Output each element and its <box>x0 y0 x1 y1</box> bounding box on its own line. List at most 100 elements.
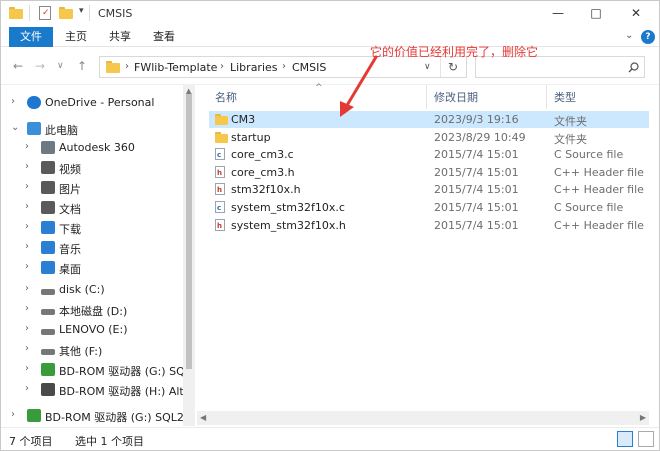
column-separator[interactable] <box>426 85 427 109</box>
chevron-right-icon[interactable]: › <box>25 241 29 252</box>
selection-count: 选中 1 个项目 <box>75 435 144 448</box>
expand-ribbon-icon[interactable]: ⌄ <box>625 30 633 41</box>
nav-item-label: 本地磁盘 (D:) <box>59 305 128 318</box>
forward-button[interactable]: → <box>35 59 45 73</box>
header-file-icon: h <box>215 165 225 178</box>
chevron-right-icon[interactable]: › <box>25 181 29 192</box>
chevron-right-icon[interactable]: › <box>25 383 29 394</box>
chevron-right-icon[interactable]: › <box>25 261 29 272</box>
breadcrumb-item[interactable]: Libraries <box>230 61 278 74</box>
file-row[interactable]: h core_cm3.h 2015/7/4 15:01 C++ Header file <box>209 164 649 181</box>
nav-item-label: 视频 <box>59 163 81 176</box>
file-row[interactable]: c core_cm3.c 2015/7/4 15:01 C Source file <box>209 146 649 163</box>
nav-scrollbar-thumb[interactable] <box>186 93 192 369</box>
column-header-date[interactable]: 修改日期 <box>434 89 478 105</box>
chevron-right-icon[interactable]: › <box>25 343 29 354</box>
scroll-left-icon[interactable]: ◀ <box>200 413 206 422</box>
bd-rom-icon <box>27 409 41 422</box>
column-separator[interactable] <box>546 85 547 109</box>
chevron-right-icon[interactable]: › <box>25 363 29 374</box>
tab-share[interactable]: 共享 <box>103 27 137 47</box>
header-file-icon: h <box>215 183 225 196</box>
column-header-type[interactable]: 类型 <box>554 89 576 105</box>
nav-item[interactable]: › 下载 <box>1 218 183 238</box>
tab-file[interactable]: 文件 <box>9 27 53 47</box>
chevron-right-icon[interactable]: › <box>11 96 15 107</box>
desktop-icon <box>41 261 55 274</box>
documents-folder-icon <box>41 201 55 214</box>
chevron-down-icon[interactable]: ⌄ <box>11 122 19 133</box>
nav-item-label: 其他 (F:) <box>59 345 103 358</box>
file-list: ^ 名称 修改日期 类型 CM3 2023/9/3 19:16 文件夹 startup… <box>197 83 659 426</box>
column-header-name[interactable]: 名称 <box>215 89 237 105</box>
folder-icon <box>215 131 228 143</box>
chevron-right-icon[interactable]: › <box>25 221 29 232</box>
close-button[interactable]: ✕ <box>621 5 651 21</box>
chevron-right-icon[interactable]: › <box>25 201 29 212</box>
nav-item[interactable]: › LENOVO (E:) <box>1 320 183 340</box>
minimize-button[interactable]: — <box>543 5 573 21</box>
horizontal-scrollbar[interactable]: ◀ ▶ <box>197 411 649 425</box>
file-date: 2023/8/29 10:49 <box>434 130 526 144</box>
tab-view[interactable]: 查看 <box>147 27 181 47</box>
properties-icon[interactable]: ✓ <box>39 6 51 20</box>
file-name: system_stm32f10x.c <box>231 201 345 214</box>
chevron-right-icon[interactable]: › <box>25 283 29 294</box>
c-source-file-icon: c <box>215 148 225 161</box>
nav-item[interactable]: › 图片 <box>1 178 183 198</box>
help-icon[interactable]: ? <box>641 30 655 44</box>
chevron-right-icon[interactable]: › <box>25 161 29 172</box>
nav-item[interactable]: › Autodesk 360 <box>1 138 183 158</box>
maximize-button[interactable]: □ <box>581 5 611 21</box>
file-type: C Source file <box>554 148 624 162</box>
refresh-button[interactable]: ↻ <box>448 60 458 74</box>
breadcrumb-item[interactable]: FWlib-Template <box>134 61 217 74</box>
file-date: 2015/7/4 15:01 <box>434 218 519 232</box>
nav-item[interactable]: › OneDrive - Personal <box>1 93 183 113</box>
chevron-right-icon[interactable]: › <box>25 141 29 152</box>
file-row[interactable]: h system_stm32f10x.h 2015/7/4 15:01 C++ Hea… <box>209 217 649 234</box>
scroll-right-icon[interactable]: ▶ <box>640 413 646 422</box>
address-dropdown-icon[interactable]: ∨ <box>424 62 431 72</box>
file-name: core_cm3.c <box>231 148 294 162</box>
tab-home[interactable]: 主页 <box>59 27 93 47</box>
file-row[interactable]: c system_stm32f10x.c 2015/7/4 15:01 C Sourc… <box>209 199 649 216</box>
back-button[interactable]: ← <box>13 59 23 73</box>
nav-item[interactable]: › disk (C:) <box>1 280 183 300</box>
file-row[interactable]: startup 2023/8/29 10:49 文件夹 <box>209 129 649 146</box>
nav-item[interactable]: › 桌面 <box>1 258 183 278</box>
scroll-up-icon[interactable]: ▲ <box>186 87 191 95</box>
large-icons-view-icon[interactable] <box>638 431 654 447</box>
address-row: ← → ∨ ↑ › FWlib-Template › Libraries › C… <box>1 47 659 85</box>
folder-icon <box>215 114 228 125</box>
chevron-right-icon[interactable]: › <box>25 323 29 334</box>
nav-item[interactable]: › BD-ROM 驱动器 (G:) SQL20 <box>1 360 183 380</box>
nav-item[interactable]: › 本地磁盘 (D:) <box>1 300 183 320</box>
nav-item[interactable]: › 其他 (F:) <box>1 340 183 360</box>
nav-item[interactable]: ⌄ 此电脑 <box>1 119 183 139</box>
separator <box>29 5 30 21</box>
c-source-file-icon: c <box>215 201 225 213</box>
nav-item-label: disk (C:) <box>59 283 105 296</box>
recent-locations-button[interactable]: ∨ <box>57 61 64 71</box>
computer-icon <box>27 122 41 135</box>
search-icon <box>628 62 639 73</box>
quick-access-dropdown-icon[interactable]: ▾ <box>79 6 84 16</box>
file-row[interactable]: h stm32f10x.h 2015/7/4 15:01 C++ Header fil… <box>209 181 649 198</box>
breadcrumb-item[interactable]: CMSIS <box>292 61 326 74</box>
details-view-icon[interactable] <box>617 431 633 447</box>
nav-item[interactable]: › 文档 <box>1 198 183 218</box>
file-row[interactable]: CM3 2023/9/3 19:16 文件夹 <box>209 111 649 128</box>
window-title: CMSIS <box>98 7 133 20</box>
chevron-right-icon[interactable]: › <box>25 303 29 314</box>
nav-item[interactable]: › 音乐 <box>1 238 183 258</box>
file-name: startup <box>231 130 271 144</box>
up-button[interactable]: ↑ <box>77 59 87 73</box>
drive-icon <box>41 309 55 315</box>
nav-item[interactable]: › BD-ROM 驱动器 (H:) Altium <box>1 380 183 400</box>
chevron-right-icon[interactable]: › <box>11 409 15 420</box>
nav-item[interactable]: › BD-ROM 驱动器 (G:) SQL201 <box>1 406 183 426</box>
nav-item[interactable]: › 视频 <box>1 158 183 178</box>
file-date: 2015/7/4 15:01 <box>434 165 519 179</box>
new-folder-icon[interactable] <box>59 7 73 19</box>
